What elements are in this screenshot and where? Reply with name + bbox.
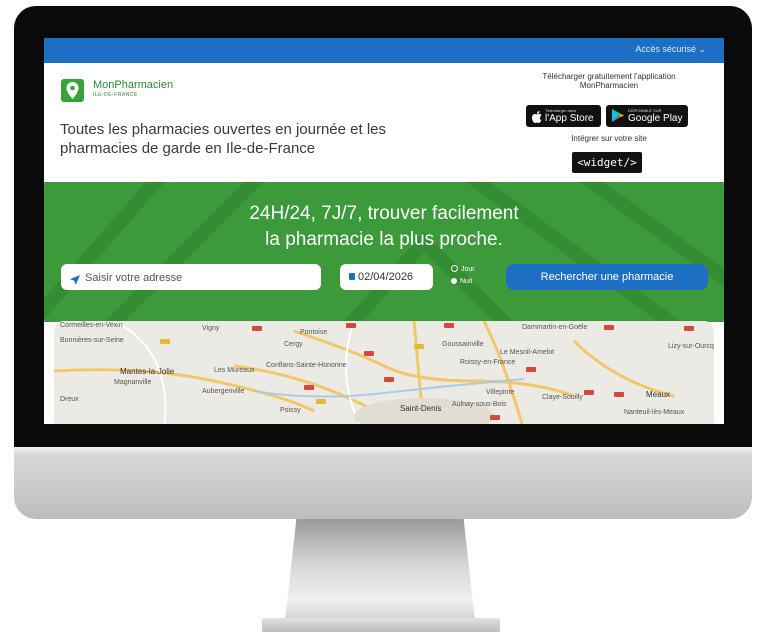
integrate-text: Intégrer sur votre site: [571, 134, 647, 143]
map-label-mureaux: Les Mureaux: [214, 367, 255, 374]
address-field[interactable]: [61, 264, 321, 290]
map-label-claye: Claye-Souilly: [542, 394, 583, 401]
map-label-conflans: Conflans-Sainte-Honorine: [266, 362, 347, 369]
map-label-nanteuil: Nanteuil-lès-Meaux: [624, 409, 685, 416]
road-shield: [316, 399, 326, 404]
road-shield: [304, 385, 314, 390]
logo-pin-icon[interactable]: [61, 79, 84, 102]
top-bar: Accès sécurisé ⌄: [44, 38, 724, 63]
site-header: MonPharmacien ILE-DE-FRANCE Toutes les p…: [44, 63, 724, 182]
app-store-label: l'App Store: [545, 113, 594, 124]
radio-night[interactable]: Nuit: [451, 278, 472, 285]
download-line-1: Télécharger gratuitement l'application: [542, 72, 676, 81]
map-label-poissy: Poissy: [280, 407, 301, 414]
hero-line-1: 24H/24, 7J/7, trouver facilement: [249, 203, 519, 224]
monitor-base: [262, 618, 500, 632]
tagline: Toutes les pharmacies ouvertes en journé…: [60, 121, 387, 157]
map-label-pontoise: Pontoise: [300, 329, 328, 336]
widget-button[interactable]: <widget/>: [572, 152, 642, 173]
google-play-label: Google Play: [628, 113, 683, 124]
monitor-stand: [285, 519, 475, 621]
road-shield: [444, 323, 454, 328]
map-label-roissy: Roissy-en-France: [460, 359, 516, 366]
map-label-dammartin: Dammartin-en-Goële: [522, 324, 588, 331]
map-view[interactable]: Cormeilles-en-Vexin Bonnières-sur-Seine …: [54, 321, 714, 424]
calendar-icon: [349, 273, 355, 280]
search-pharmacy-button[interactable]: Rechercher une pharmacie: [506, 264, 708, 290]
map-label-cormeilles: Cormeilles-en-Vexin: [60, 322, 123, 329]
radio-night-label: Nuit: [460, 278, 473, 285]
road-shield: [160, 339, 170, 344]
road-shield: [604, 325, 614, 330]
radio-day-label: Jour: [461, 266, 475, 273]
radio-day[interactable]: Jour: [451, 265, 475, 273]
map-label-mantes: Mantes-la-Jolie: [120, 367, 175, 376]
road-shield: [684, 326, 694, 331]
app-store-button[interactable]: Télécharger dans l'App Store: [526, 105, 601, 127]
map-label-vigny: Vigny: [202, 325, 220, 332]
road-shield: [526, 367, 536, 372]
map-label-saint-denis: Saint-Denis: [400, 404, 442, 413]
map-label-aubergenville: Aubergenville: [202, 388, 245, 395]
address-input[interactable]: [83, 267, 317, 289]
map-label-cergy: Cergy: [284, 341, 303, 348]
road-shield: [252, 326, 262, 331]
date-field[interactable]: 02/04/2026: [340, 264, 433, 290]
hero-line-2: la pharmacie la plus proche.: [265, 229, 503, 250]
road-shield: [614, 392, 624, 397]
road-shield: [414, 344, 424, 349]
google-play-icon: [612, 109, 624, 127]
road-shield: [346, 323, 356, 328]
monitor-chin: [14, 447, 752, 519]
map-label-villepinte: Villepinte: [486, 389, 515, 396]
secure-access-link[interactable]: Accès sécurisé ⌄: [635, 44, 706, 55]
chin-highlight: [14, 447, 752, 455]
map-label-magnanville: Magnanville: [114, 379, 152, 386]
apple-icon: [532, 110, 542, 128]
road-shield: [490, 415, 500, 420]
road-shield: [364, 351, 374, 356]
map-label-lizy: Lizy-sur-Ourcq: [668, 343, 714, 350]
map-label-mesnil: Le Mesnil-Amelot: [500, 349, 555, 356]
download-line-2: MonPharmacien: [579, 81, 639, 90]
radio-night-circle[interactable]: [451, 278, 457, 284]
map-label-aulnay: Aulnay-sous-Bois: [452, 401, 507, 408]
hero-headline: 24H/24, 7J/7, trouver facilement la phar…: [184, 201, 584, 253]
map-label-dreux: Dreux: [60, 396, 79, 403]
google-play-button[interactable]: DISPONIBLE SUR Google Play: [606, 105, 688, 127]
hero-search-section: 24H/24, 7J/7, trouver facilement la phar…: [44, 182, 724, 322]
map-label-meaux: Meaux: [646, 390, 671, 399]
download-text: Télécharger gratuitement l'application M…: [514, 72, 704, 90]
date-value: 02/04/2026: [358, 271, 414, 283]
map-label-bonnieres: Bonnières-sur-Seine: [60, 337, 124, 344]
road-shield: [584, 390, 594, 395]
road-shield: [384, 377, 394, 382]
brand-name[interactable]: MonPharmacien: [93, 79, 173, 91]
radio-day-circle[interactable]: [451, 265, 458, 272]
brand-region: ILE-DE-FRANCE: [93, 92, 138, 98]
map-label-goussainville: Goussainville: [442, 341, 484, 348]
browser-screen: Accès sécurisé ⌄ MonPharmacien ILE-DE-FR…: [44, 38, 724, 424]
location-arrow-icon: [70, 272, 80, 290]
